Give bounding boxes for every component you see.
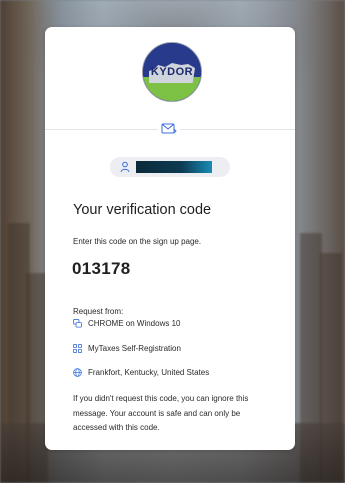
security-footnote: If you didn't request this code, you can…	[73, 394, 249, 432]
user-pill	[110, 157, 230, 177]
location-text: Frankfort, Kentucky, United States	[88, 368, 210, 377]
request-location-row: Frankfort, Kentucky, United States	[73, 368, 209, 377]
redacted-username	[136, 161, 212, 173]
browser-text: CHROME on Windows 10	[88, 319, 181, 328]
page-title: Your verification code	[73, 202, 212, 218]
request-app-row: MyTaxes Self-Registration	[73, 344, 181, 353]
logo-text: KYDOR	[150, 66, 194, 78]
apps-grid-icon	[73, 344, 82, 353]
kydor-logo: KYDOR	[142, 42, 202, 102]
request-browser-row: CHROME on Windows 10	[73, 319, 180, 328]
user-icon	[120, 161, 130, 173]
request-from-label: Request from:	[73, 307, 124, 316]
verification-code: 013178	[72, 259, 131, 278]
mail-icon	[158, 120, 180, 138]
app-text: MyTaxes Self-Registration	[88, 344, 181, 353]
verification-card: KYDOR Your verification code Enter this …	[45, 27, 295, 450]
instruction-text: Enter this code on the sign up page.	[73, 237, 202, 246]
browser-windows-icon	[73, 319, 82, 328]
globe-icon	[73, 368, 82, 377]
